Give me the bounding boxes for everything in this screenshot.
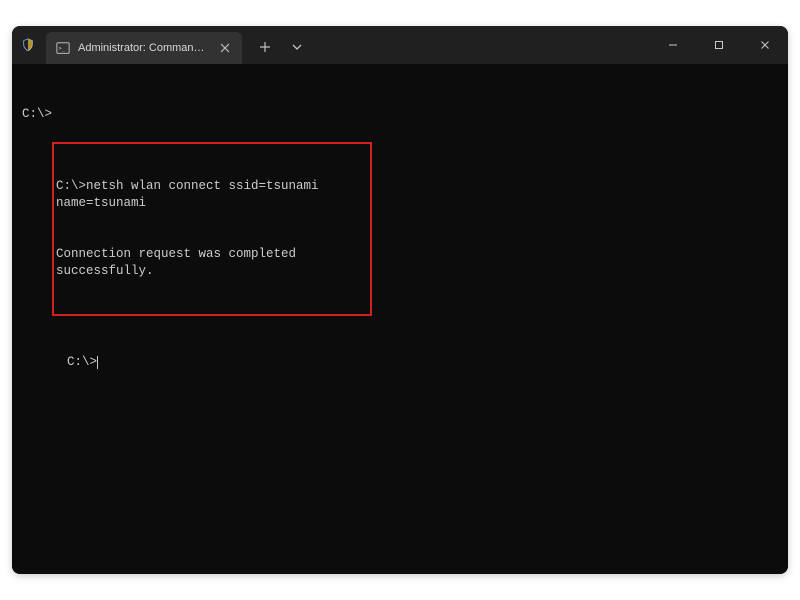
- admin-shield-icon: [20, 37, 36, 53]
- minimize-button[interactable]: [650, 26, 696, 64]
- tab-active[interactable]: >_ Administrator: Command Pro: [46, 32, 242, 64]
- titlebar-left: >_ Administrator: Command Pro: [12, 26, 312, 64]
- tab-title: Administrator: Command Pro: [78, 42, 208, 54]
- current-prompt-row: C:\>: [22, 337, 778, 388]
- command-line: C:\>netsh wlan connect ssid=tsunami name…: [56, 178, 368, 212]
- tab-dropdown-button[interactable]: [282, 33, 312, 61]
- tab-close-button[interactable]: [216, 40, 234, 57]
- window-controls: [650, 26, 788, 64]
- response-line: Connection request was completed success…: [56, 246, 368, 280]
- terminal-window: >_ Administrator: Command Pro: [12, 26, 788, 574]
- titlebar: >_ Administrator: Command Pro: [12, 26, 788, 64]
- close-window-button[interactable]: [742, 26, 788, 64]
- highlight-annotation: C:\>netsh wlan connect ssid=tsunami name…: [52, 142, 372, 317]
- svg-text:>_: >_: [59, 46, 66, 52]
- maximize-button[interactable]: [696, 26, 742, 64]
- text-cursor: [97, 356, 98, 369]
- prompt-line: C:\>: [22, 106, 778, 123]
- cmd-icon: >_: [56, 41, 70, 55]
- tabbar-actions: [250, 29, 312, 61]
- terminal-body[interactable]: C:\> C:\>netsh wlan connect ssid=tsunami…: [12, 64, 788, 574]
- current-prompt: C:\>: [67, 355, 97, 369]
- new-tab-button[interactable]: [250, 33, 280, 61]
